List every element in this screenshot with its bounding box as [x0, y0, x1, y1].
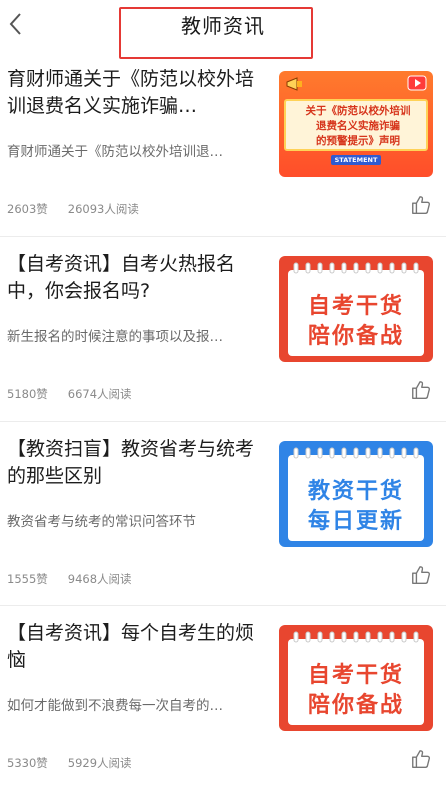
notepad-rings-icon — [293, 447, 419, 459]
article-summary: 教资省考与统考的常识问答环节 — [7, 514, 196, 530]
like-count: 5180赞 — [7, 387, 48, 401]
notepad-card: 自考干货 陪你备战 — [288, 270, 424, 356]
notepad-rings-icon — [293, 262, 419, 274]
notepad-card: 自考干货 陪你备战 — [288, 639, 424, 725]
article-thumbnail[interactable]: 自考干货 陪你备战 — [279, 625, 433, 731]
thumbnail-text-line: 教资干货 — [307, 479, 404, 504]
like-count: 5330赞 — [7, 756, 48, 770]
article-thumbnail[interactable]: 教资干货 每日更新 — [279, 441, 433, 547]
article-meta: 2603赞 26093人阅读 — [7, 201, 159, 217]
article-title[interactable]: 育财师通关于《防范以校外培训退费名义实施诈骗… — [7, 66, 267, 120]
thumbnail-text-line: 关于《防范以校外培训 — [305, 105, 411, 117]
thumbs-up-icon[interactable] — [410, 379, 432, 401]
thumbnail-text-line: 退费名义实施诈骗 — [316, 120, 400, 132]
article-thumbnail[interactable]: 自考干货 陪你备战 — [279, 256, 433, 362]
read-count: 5929人阅读 — [67, 756, 132, 770]
article-summary: 如何才能做到不浪费每一次自考的… — [7, 698, 223, 714]
like-count: 1555赞 — [7, 572, 48, 586]
thumbs-up-icon[interactable] — [410, 194, 432, 216]
read-count: 26093人阅读 — [67, 202, 139, 216]
article-item[interactable]: 育财师通关于《防范以校外培训退费名义实施诈骗… 育财师通关于《防范以校外培训退…… — [0, 52, 446, 236]
article-thumbnail[interactable]: 关于《防范以校外培训 退费名义实施诈骗 的预警提示》声明 STATEMENT — [279, 71, 433, 177]
read-count: 6674人阅读 — [67, 387, 132, 401]
article-title[interactable]: 【自考资讯】自考火热报名中，你会报名吗? — [7, 251, 267, 305]
article-title[interactable]: 【自考资讯】每个自考生的烦恼 — [7, 620, 267, 674]
thumbnail-text-line: 的预警提示》声明 — [316, 135, 400, 147]
thumbs-up-icon[interactable] — [410, 564, 432, 586]
article-meta: 5330赞 5929人阅读 — [7, 755, 152, 771]
article-item[interactable]: 【教资扫盲】教资省考与统考的那些区别 教资省考与统考的常识问答环节 1555赞 9… — [0, 422, 446, 606]
thumbnail-text-line: 自考干货 — [307, 294, 404, 319]
thumbnail-text-line: 陪你备战 — [307, 693, 404, 718]
thumbs-up-icon[interactable] — [410, 748, 432, 770]
thumbnail-text-line: 每日更新 — [307, 509, 404, 534]
article-summary: 育财师通关于《防范以校外培训退… — [7, 144, 223, 160]
play-icon — [407, 75, 427, 91]
thumbnail-text-line: 陪你备战 — [307, 324, 404, 349]
statement-tag: STATEMENT — [331, 155, 381, 165]
article-summary: 新生报名的时候注意的事项以及报… — [7, 329, 223, 345]
notepad-rings-icon — [293, 631, 419, 643]
article-item[interactable]: 【自考资讯】自考火热报名中，你会报名吗? 新生报名的时候注意的事项以及报… 51… — [0, 237, 446, 421]
article-meta: 5180赞 6674人阅读 — [7, 386, 152, 402]
statement-banner: 关于《防范以校外培训 退费名义实施诈骗 的预警提示》声明 — [284, 99, 428, 151]
read-count: 9468人阅读 — [67, 572, 132, 586]
article-item[interactable]: 【自考资讯】每个自考生的烦恼 如何才能做到不浪费每一次自考的… 5330赞 592… — [0, 606, 446, 790]
megaphone-icon — [286, 77, 302, 91]
notepad-card: 教资干货 每日更新 — [288, 455, 424, 541]
like-count: 2603赞 — [7, 202, 48, 216]
article-title[interactable]: 【教资扫盲】教资省考与统考的那些区别 — [7, 436, 267, 490]
article-meta: 1555赞 9468人阅读 — [7, 571, 152, 587]
header: 教师资讯 — [0, 0, 446, 59]
thumbnail-text-line: 自考干货 — [307, 663, 404, 688]
